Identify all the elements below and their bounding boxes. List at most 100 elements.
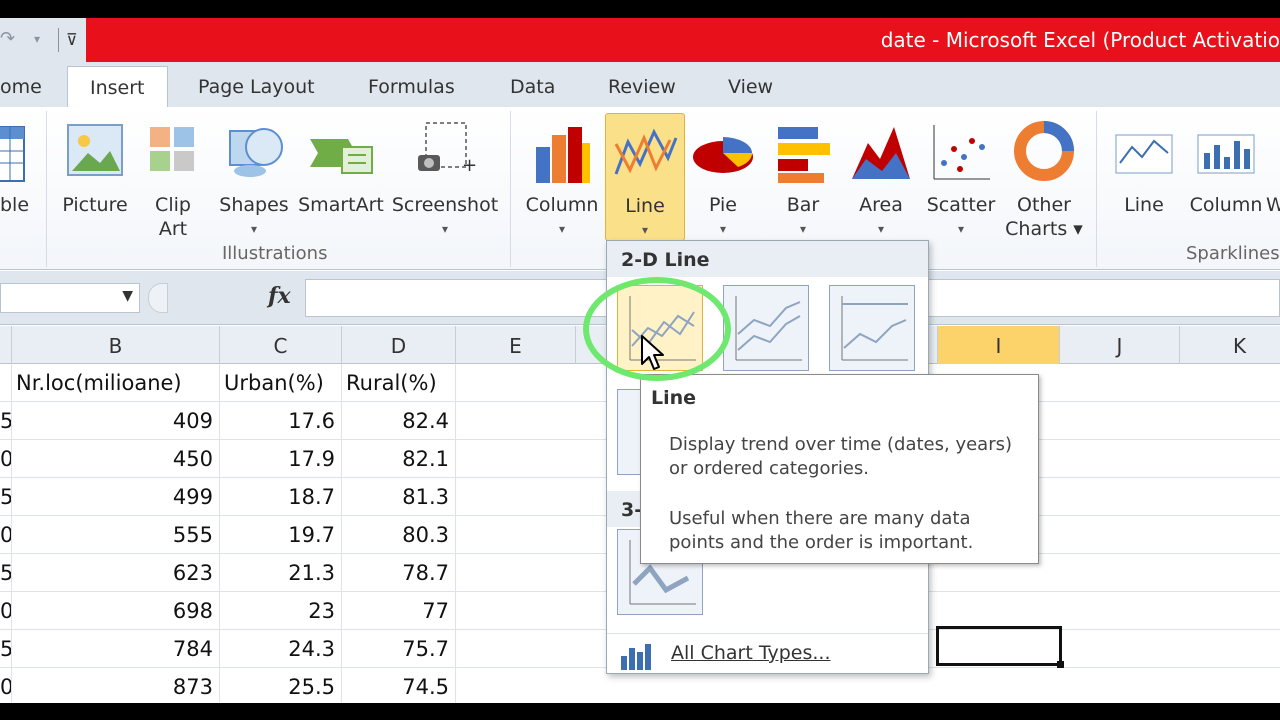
line-chart-button[interactable]: Line ▾ xyxy=(605,113,685,241)
header-cell[interactable]: Rural(%) xyxy=(342,364,456,402)
group-separator xyxy=(46,111,47,267)
fill-handle[interactable] xyxy=(1057,661,1064,668)
sparkline-column-label: Column xyxy=(1189,194,1263,216)
redo-icon[interactable]: ↷ xyxy=(0,28,15,49)
cell[interactable]: 784 xyxy=(12,630,220,668)
cell-a[interactable]: 0 xyxy=(0,592,12,630)
column-header-j[interactable]: J xyxy=(1060,326,1180,364)
qat-separator xyxy=(58,28,59,52)
cell[interactable]: 698 xyxy=(12,592,220,630)
cell[interactable]: 82.1 xyxy=(342,440,456,478)
header-cell[interactable]: Urban(%) xyxy=(220,364,342,402)
cell-a[interactable]: 5 xyxy=(0,554,12,592)
cell-a[interactable]: 5 xyxy=(0,402,12,440)
cell[interactable]: 81.3 xyxy=(342,478,456,516)
sparkline-winloss-button[interactable]: W xyxy=(1266,113,1280,217)
sparkline-winloss-label: W xyxy=(1266,194,1280,216)
sparkline-line-button[interactable]: Line xyxy=(1106,113,1182,217)
column-header-c[interactable]: C xyxy=(220,326,342,364)
cell-a[interactable]: 5 xyxy=(0,478,12,516)
cell[interactable]: 17.6 xyxy=(220,402,342,440)
tab-data[interactable]: Data xyxy=(510,76,555,98)
redo-dropdown-icon[interactable]: ▾ xyxy=(34,32,40,46)
column-header-i[interactable]: I xyxy=(938,326,1060,364)
pie-chart-icon xyxy=(688,113,758,193)
column-header-k[interactable]: K xyxy=(1180,326,1280,364)
table-button[interactable]: ble xyxy=(0,113,29,217)
cell-a[interactable]: 0 xyxy=(0,668,12,706)
name-box[interactable]: ▼ xyxy=(0,283,140,313)
smartart-button[interactable]: SmartArt xyxy=(298,113,384,217)
screenshot-label: Screenshot xyxy=(391,194,499,216)
stacked-line-chart-option[interactable] xyxy=(723,285,809,371)
tooltip-description: Display trend over time (dates, years) o… xyxy=(669,434,1013,479)
screenshot-button[interactable]: + Screenshot ▾ xyxy=(390,113,500,241)
cell[interactable]: 82.4 xyxy=(342,402,456,440)
tab-page-layout[interactable]: Page Layout xyxy=(198,76,315,98)
shapes-button[interactable]: Shapes ▾ xyxy=(216,113,292,241)
cell[interactable]: 409 xyxy=(12,402,220,440)
name-box-dropdown-icon[interactable]: ▼ xyxy=(122,288,133,304)
tooltip-hint: Useful when there are many data points a… xyxy=(669,508,974,553)
cell[interactable]: 23 xyxy=(220,592,342,630)
cell[interactable]: 75.7 xyxy=(342,630,456,668)
column-chart-caret: ▾ xyxy=(558,222,566,236)
customize-qat-icon[interactable]: ⊽ xyxy=(66,30,78,49)
cell[interactable]: 450 xyxy=(12,440,220,478)
column-header-e[interactable]: E xyxy=(456,326,576,364)
cell[interactable]: 499 xyxy=(12,478,220,516)
100-stacked-line-chart-option[interactable] xyxy=(829,285,915,371)
area-chart-icon xyxy=(846,113,916,193)
cell[interactable]: 19.7 xyxy=(220,516,342,554)
column-header-d[interactable]: D xyxy=(342,326,456,364)
pie-chart-button[interactable]: Pie ▾ xyxy=(688,113,758,241)
mouse-cursor-icon xyxy=(641,335,664,370)
cell[interactable]: 555 xyxy=(12,516,220,554)
cell[interactable]: 74.5 xyxy=(342,668,456,706)
insert-function-icon[interactable]: fx xyxy=(268,283,291,309)
picture-button[interactable]: Picture xyxy=(60,113,130,217)
window-title: date - Microsoft Excel (Product Activati… xyxy=(880,28,1280,52)
tab-formulas[interactable]: Formulas xyxy=(368,76,455,98)
cell[interactable]: 80.3 xyxy=(342,516,456,554)
stacked-line-thumbnail-icon xyxy=(735,296,802,361)
clip-art-button[interactable]: Clip Art xyxy=(140,113,206,241)
tab-review[interactable]: Review xyxy=(608,76,676,98)
gallery-section-2d-line: 2-D Line xyxy=(607,241,928,277)
sparkline-column-button[interactable]: Column xyxy=(1188,113,1264,217)
cell[interactable]: 873 xyxy=(12,668,220,706)
svg-text:+: + xyxy=(462,155,477,176)
ribbon-tabs: ome Insert Page Layout Formulas Data Rev… xyxy=(0,62,1280,109)
scatter-chart-label: Scatter xyxy=(926,194,996,216)
header-cell[interactable]: Nr.loc(milioane) xyxy=(12,364,220,402)
cell[interactable]: 77 xyxy=(342,592,456,630)
cell-a[interactable]: 5 xyxy=(0,630,12,668)
cell[interactable]: 78.7 xyxy=(342,554,456,592)
tab-insert[interactable]: Insert xyxy=(67,66,168,109)
cell-a[interactable]: 0 xyxy=(0,516,12,554)
all-chart-types-button[interactable]: All Chart Types... xyxy=(607,633,928,673)
column-chart-button[interactable]: Column ▾ xyxy=(522,113,602,241)
formula-bar-expand-handle[interactable] xyxy=(148,283,168,313)
line-chart-icon xyxy=(606,114,684,194)
tab-home[interactable]: ome xyxy=(0,76,42,98)
cell-a[interactable]: 0 xyxy=(0,440,12,478)
active-cell-selection[interactable] xyxy=(936,626,1064,668)
clip-art-label-2: Art xyxy=(158,218,188,240)
cell[interactable]: 17.9 xyxy=(220,440,342,478)
cell-a[interactable] xyxy=(0,364,12,402)
cell[interactable]: 18.7 xyxy=(220,478,342,516)
area-chart-button[interactable]: Area ▾ xyxy=(846,113,916,241)
other-charts-button[interactable]: Other Charts ▾ xyxy=(1004,113,1084,241)
cell[interactable]: 623 xyxy=(12,554,220,592)
column-header-a[interactable] xyxy=(0,326,12,364)
sparkline-column-icon xyxy=(1188,113,1264,193)
column-header-b[interactable]: B xyxy=(12,326,220,364)
cell[interactable]: 25.5 xyxy=(220,668,342,706)
line-chart-caret: ▾ xyxy=(641,223,649,237)
cell[interactable]: 24.3 xyxy=(220,630,342,668)
scatter-chart-button[interactable]: Scatter ▾ xyxy=(924,113,998,241)
cell[interactable]: 21.3 xyxy=(220,554,342,592)
tab-view[interactable]: View xyxy=(728,76,773,98)
bar-chart-button[interactable]: Bar ▾ xyxy=(768,113,838,241)
